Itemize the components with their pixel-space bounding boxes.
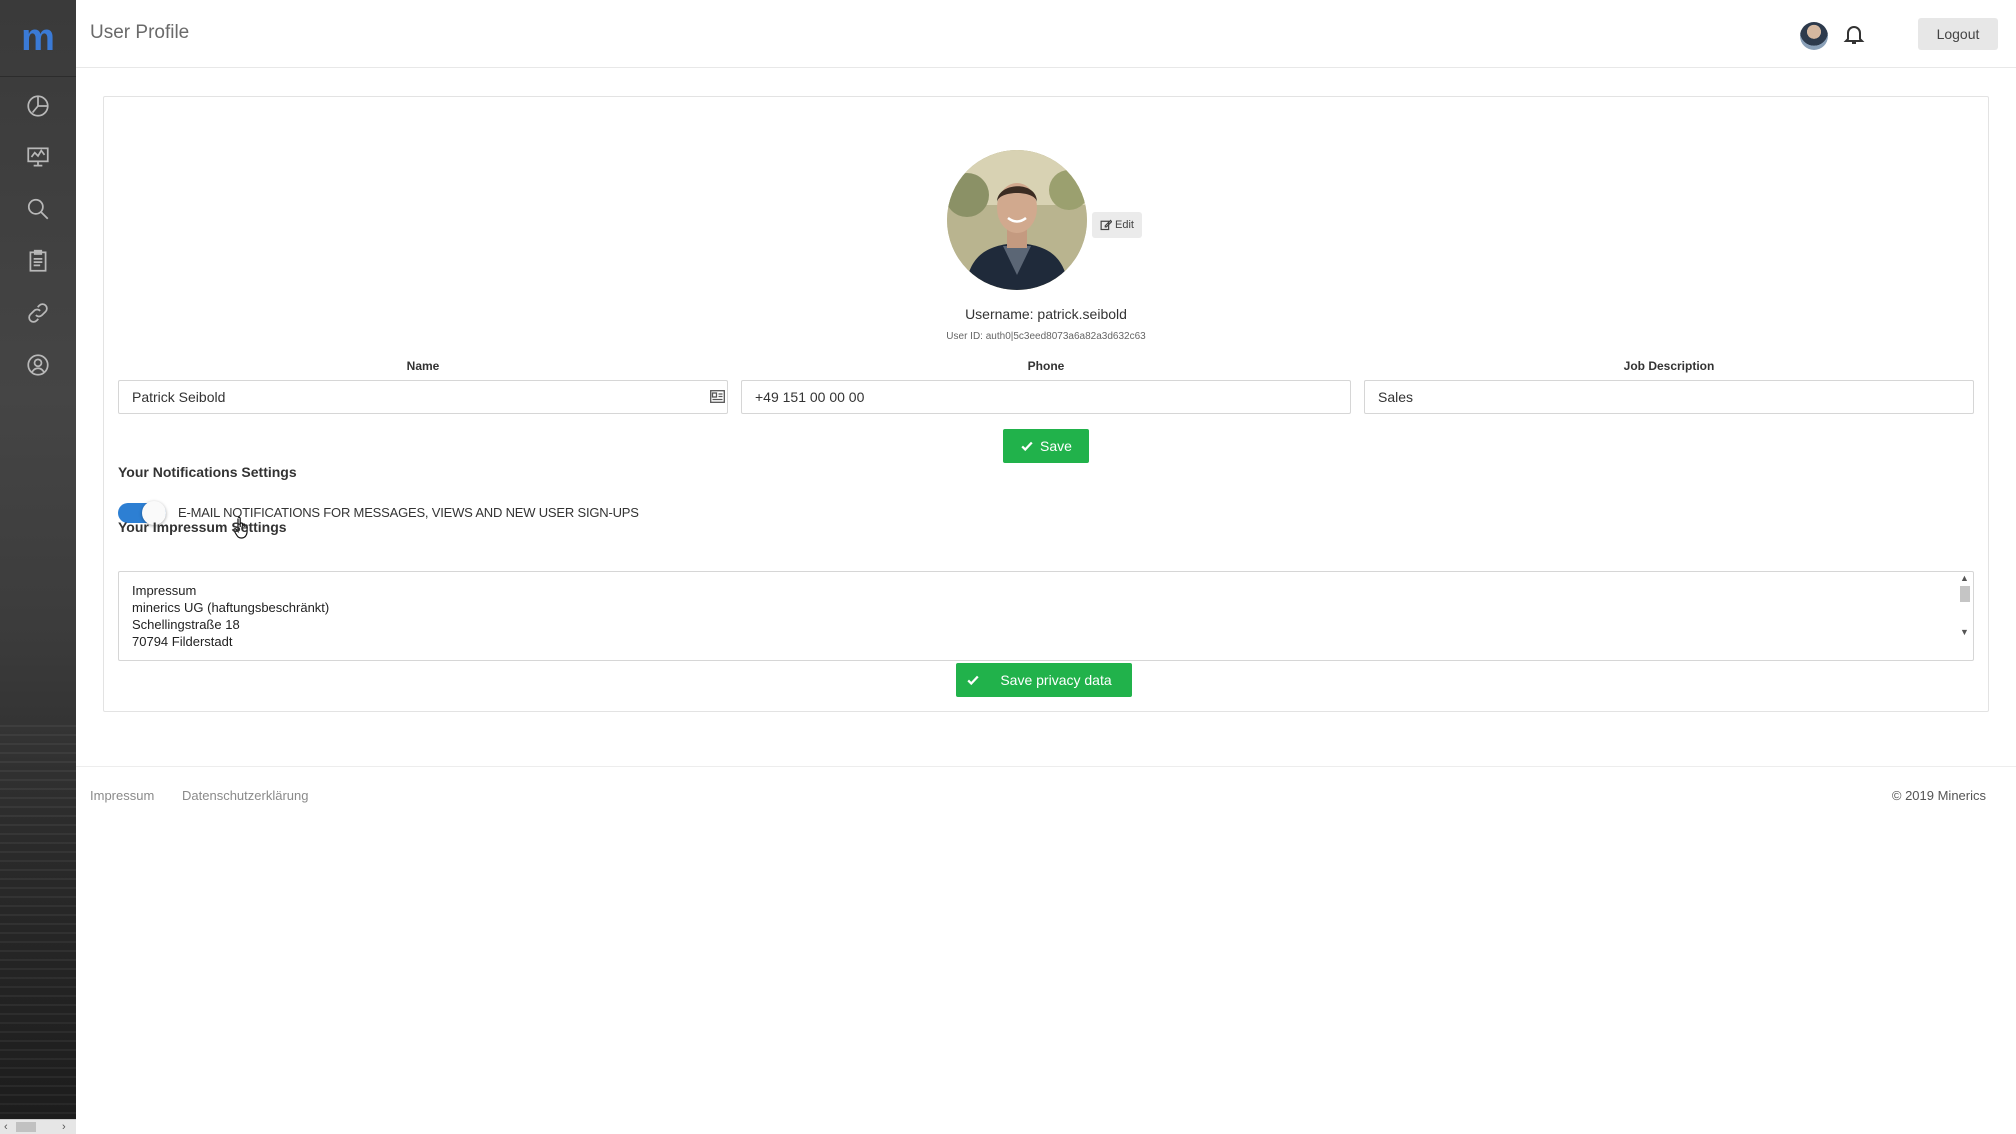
dashboard-chart-icon — [27, 95, 49, 117]
footer-link-privacy[interactable]: Datenschutzerklärung — [182, 788, 308, 803]
sidebar: m ‹ › — [0, 0, 76, 1134]
app-logo[interactable]: m — [0, 0, 76, 77]
user-id: User ID: auth0|5c3eed8073a6a82a3d632c63 — [946, 331, 1146, 342]
edit-icon — [1100, 219, 1113, 231]
scroll-left-icon[interactable]: ‹ — [4, 1120, 8, 1134]
job-description-field[interactable] — [1364, 380, 1974, 414]
notifications-bell-icon[interactable] — [1842, 22, 1866, 46]
footer-link-impressum[interactable]: Impressum — [90, 788, 154, 803]
copyright: © 2019 Minerics — [1891, 788, 1986, 803]
page-title: User Profile — [90, 22, 190, 43]
scroll-right-icon[interactable]: › — [62, 1120, 66, 1134]
edit-label: Edit — [1115, 219, 1134, 231]
nav-search-icon[interactable] — [0, 183, 76, 235]
nav-support-icon[interactable] — [0, 339, 76, 391]
link-icon — [28, 303, 48, 323]
clipboard-icon — [29, 249, 47, 272]
scroll-up-icon[interactable]: ▲ — [1960, 573, 1969, 583]
nav-clipboard-icon[interactable] — [0, 235, 76, 287]
contact-card-icon — [710, 390, 725, 403]
support-icon — [27, 354, 49, 376]
nav-presentation-icon[interactable] — [0, 131, 76, 183]
avatar[interactable] — [1800, 22, 1828, 50]
nav-link-icon[interactable] — [0, 287, 76, 339]
name-field[interactable] — [118, 380, 728, 414]
phone-label: Phone — [1027, 359, 1065, 373]
username: Username: patrick.seibold — [965, 306, 1127, 322]
logout-button[interactable]: Logout — [1918, 18, 1998, 50]
impressum-textarea[interactable]: Impressum minerics UG (haftungsbeschränk… — [118, 571, 1974, 661]
save-privacy-label: Save privacy data — [1000, 672, 1112, 688]
check-icon — [1021, 441, 1033, 452]
footer-divider — [76, 766, 2016, 767]
nav-dashboard-icon[interactable] — [0, 80, 76, 132]
phone-field[interactable] — [741, 380, 1351, 414]
scrollbar-thumb[interactable] — [1960, 586, 1970, 602]
top-header: User Profile Logout — [76, 0, 2016, 68]
save-button[interactable]: Save — [1003, 429, 1089, 463]
edit-photo-button[interactable]: Edit — [1092, 212, 1142, 238]
sidebar-horizontal-scrollbar[interactable]: ‹ › — [0, 1119, 76, 1134]
scrollbar-thumb[interactable] — [16, 1122, 36, 1132]
scroll-down-icon[interactable]: ▼ — [1960, 627, 1969, 637]
save-label: Save — [1040, 438, 1072, 454]
job-description-label: Job Description — [1623, 359, 1715, 373]
notifications-section-title: Your Notifications Settings — [118, 464, 297, 480]
save-privacy-data-button[interactable]: Save privacy data — [956, 663, 1132, 697]
profile-card: Edit Username: patrick.seibold User ID: … — [103, 96, 1989, 712]
impressum-section-title: Your Impressum Settings — [118, 519, 287, 535]
impressum-scrollbar[interactable]: ▲ ▼ — [1957, 572, 1973, 652]
profile-portrait-icon — [947, 150, 1087, 290]
presentation-icon — [27, 147, 49, 167]
bell-icon — [1843, 26, 1865, 44]
profile-photo — [947, 150, 1087, 290]
search-icon — [27, 198, 49, 220]
name-label: Name — [406, 359, 440, 373]
